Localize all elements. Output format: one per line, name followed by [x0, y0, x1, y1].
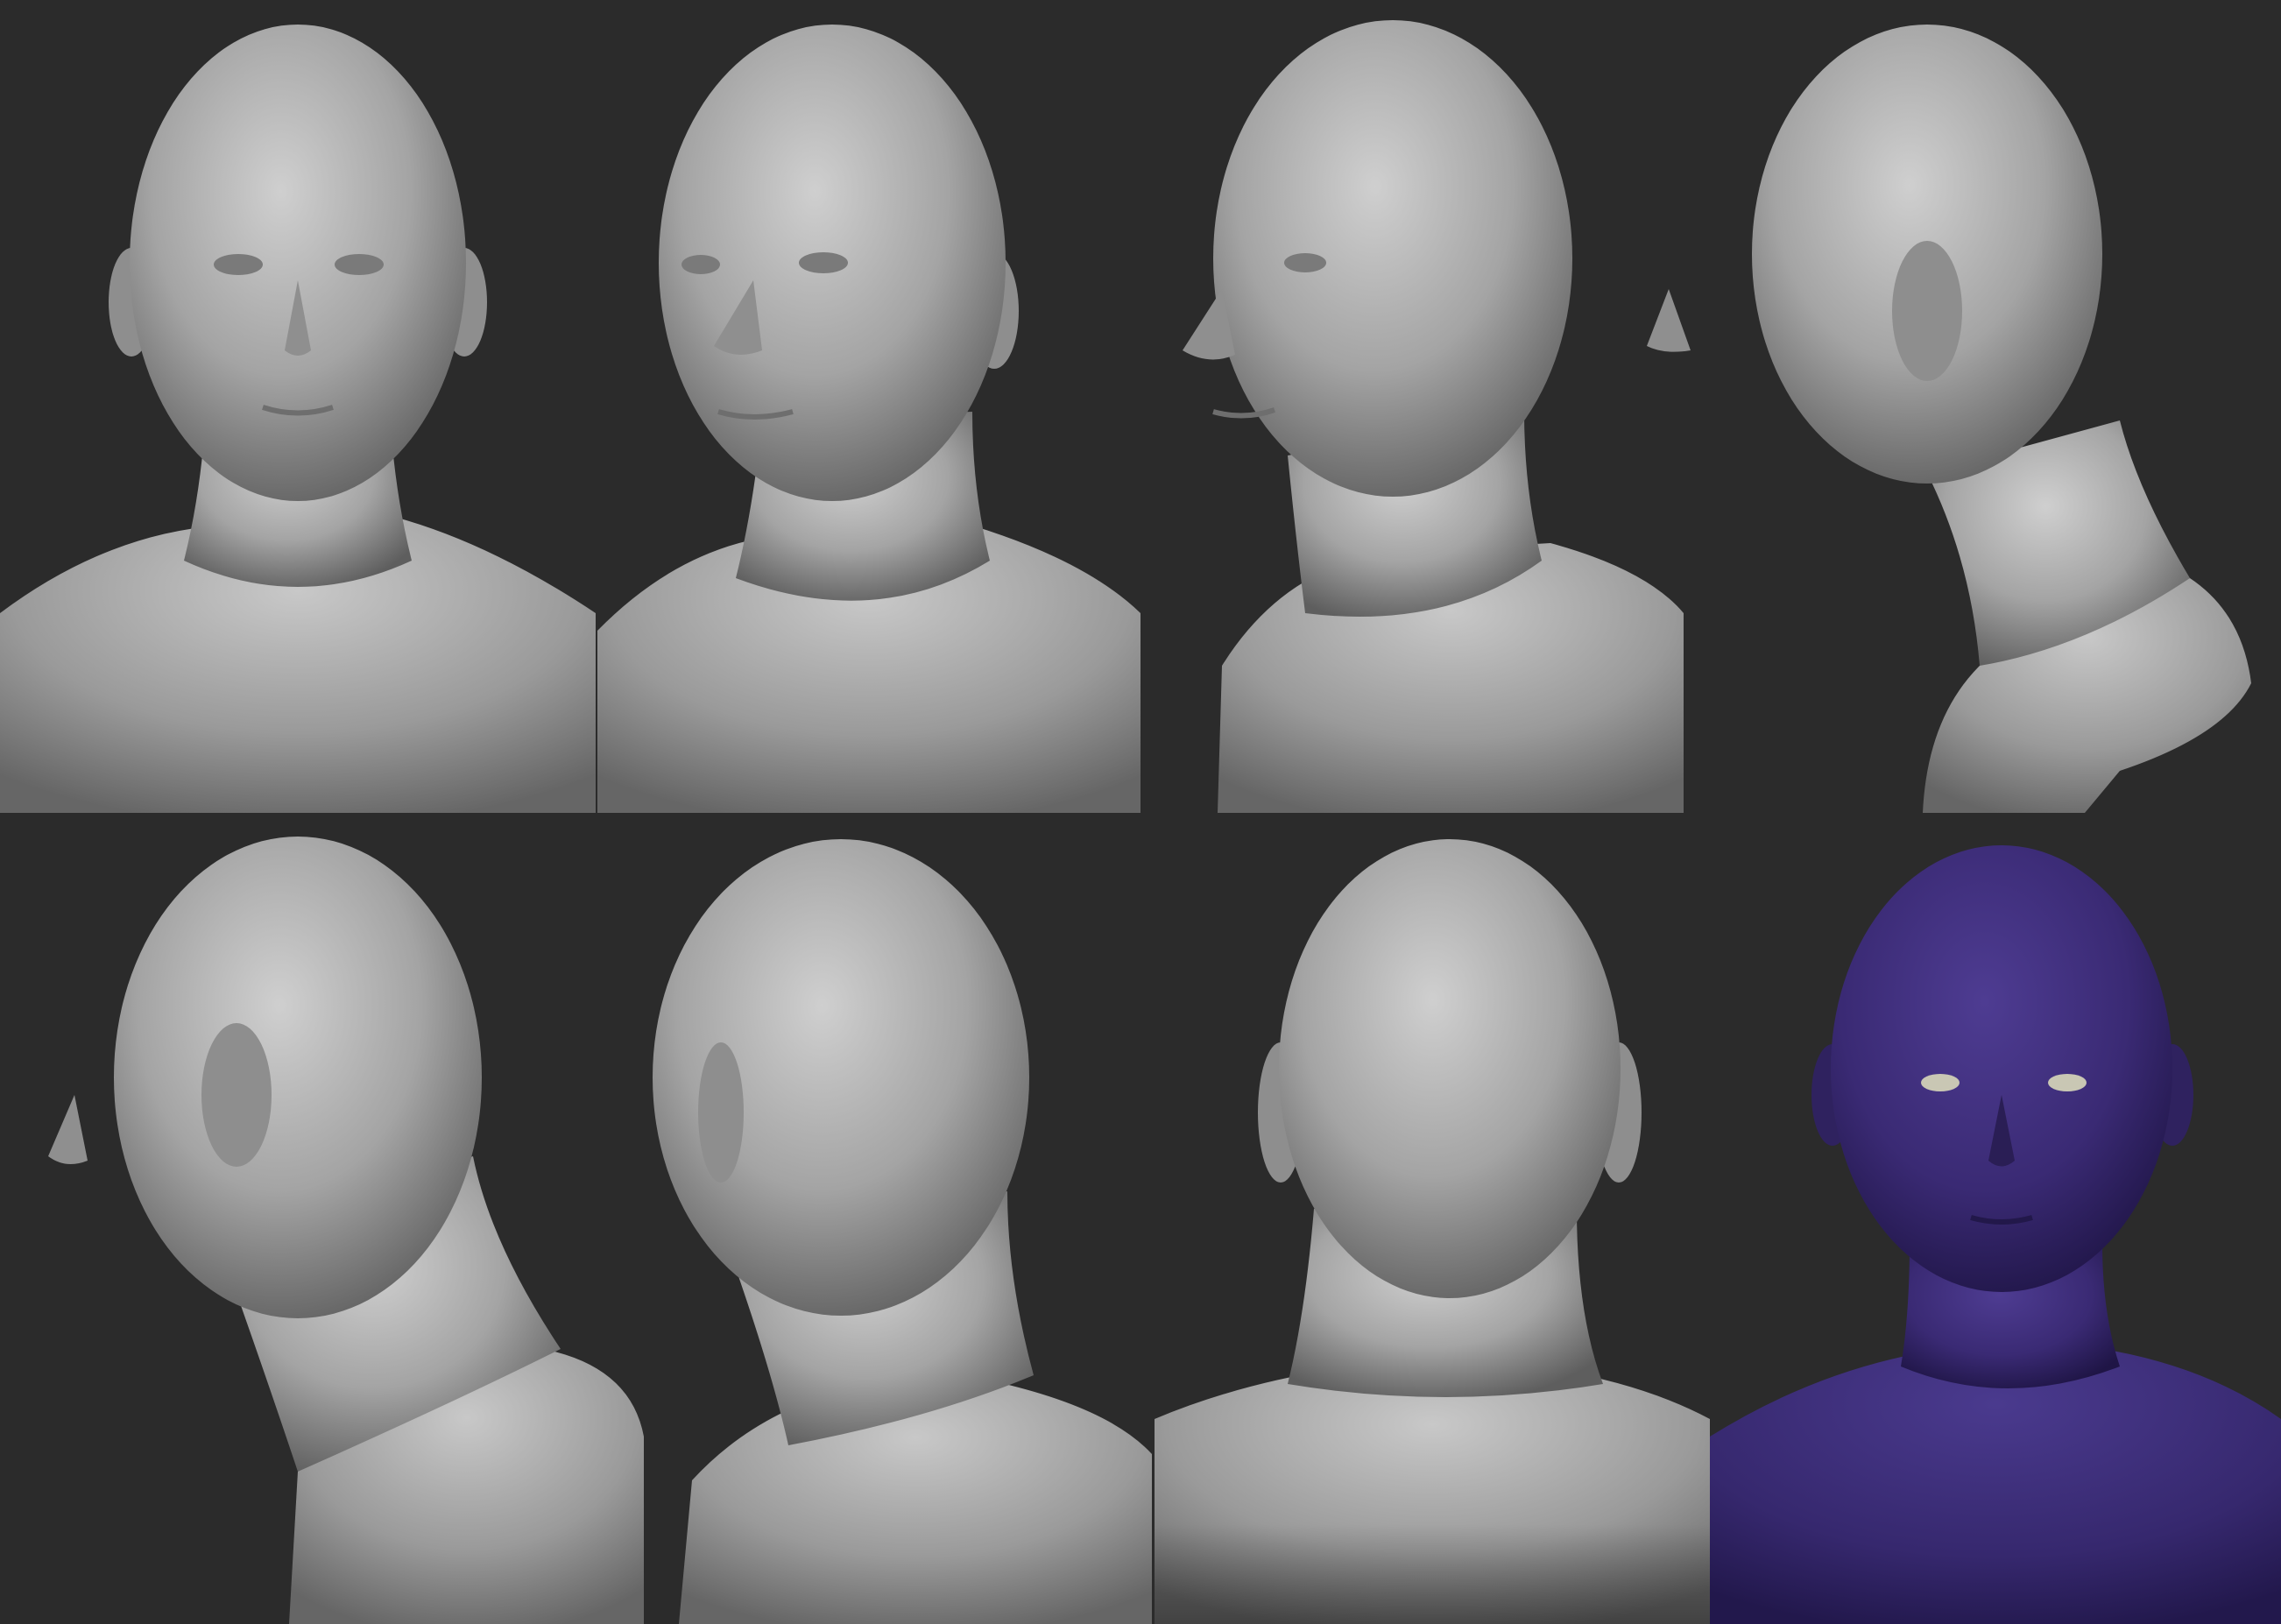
- back-view-shoulder-shadow: [1155, 1524, 1710, 1624]
- left-rear-three-quarter-view-head: [114, 837, 482, 1318]
- left-rear-three-quarter-view-ear: [201, 1023, 272, 1167]
- front-polypaint-view-eye-left: [1921, 1074, 1960, 1091]
- three-quarter-right-view-eye-left: [681, 255, 720, 274]
- turnaround-canvas: [0, 0, 2281, 1624]
- front-view-head: [130, 25, 466, 501]
- back-view-head: [1279, 839, 1621, 1298]
- strong-three-quarter-right-view-eye: [1284, 253, 1326, 272]
- right-profile-view-ear: [1892, 241, 1962, 381]
- turnaround-sheet: [0, 0, 2281, 1624]
- rear-left-view-ear: [698, 1042, 744, 1183]
- front-view-eye-left: [214, 254, 263, 275]
- front-polypaint-view-eye-right: [2048, 1074, 2087, 1091]
- front-polypaint-view-head: [1831, 845, 2172, 1292]
- strong-three-quarter-right-view-head: [1213, 20, 1572, 497]
- three-quarter-right-view-eye-right: [799, 252, 848, 273]
- front-view-eye-right: [335, 254, 384, 275]
